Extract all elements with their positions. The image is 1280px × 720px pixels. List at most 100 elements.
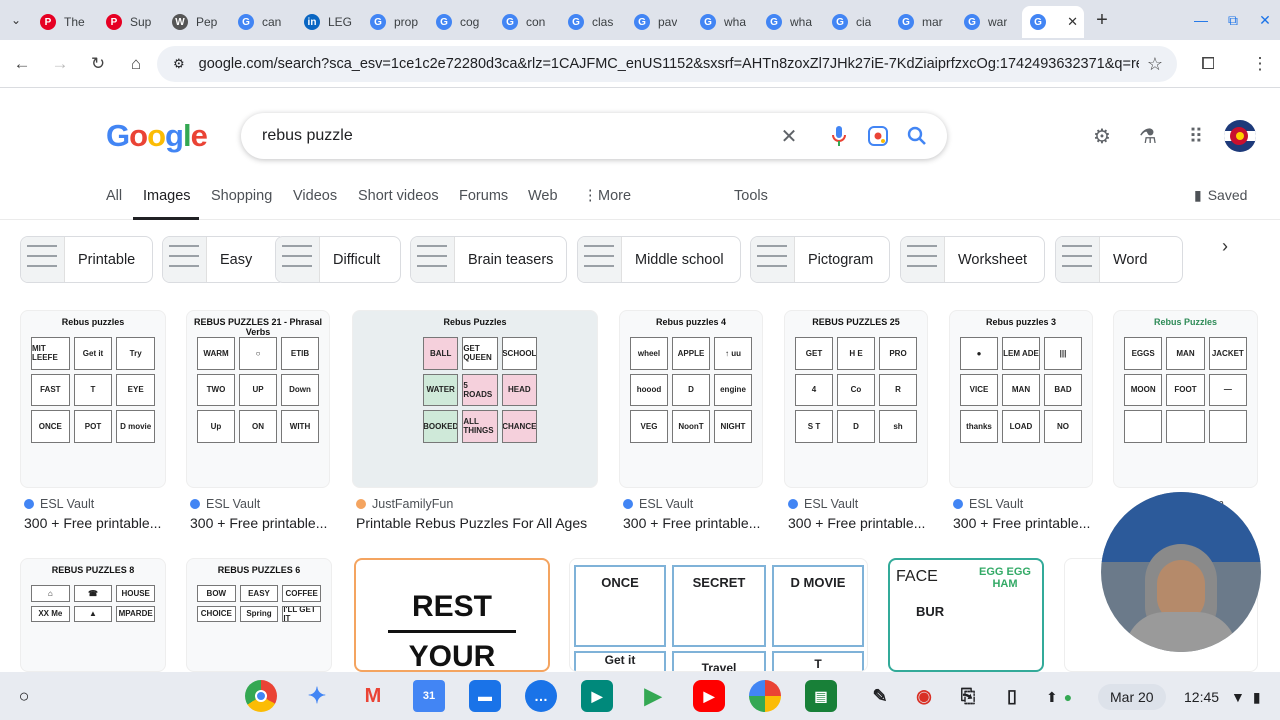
tools-button[interactable]: Tools xyxy=(734,188,768,204)
google-logo[interactable]: Google xyxy=(106,118,207,154)
image-result[interactable]: ONCE SECRET D MOVIE Get it Travel T xyxy=(569,558,868,672)
image-result[interactable]: Rebus puzzles 4 wheel APPLE ↑ uu hoood Dengin… xyxy=(619,310,763,488)
back-icon[interactable]: ← xyxy=(4,46,40,82)
tab-all[interactable]: All xyxy=(106,188,122,204)
filter-chip[interactable]: Easy xyxy=(162,236,286,283)
forward-icon[interactable]: → xyxy=(42,46,78,82)
image-result[interactable]: REBUS PUZZLES 8 ⌂ ☎ HOUSE XX Me ▲ MPARDE xyxy=(20,558,166,672)
pen-icon[interactable]: ✎ xyxy=(864,680,896,712)
filter-chip[interactable]: Word xyxy=(1055,236,1183,283)
update-icon[interactable]: ⬆ ● xyxy=(1046,684,1072,710)
browser-tab[interactable]: Gcia xyxy=(824,6,890,38)
result-source[interactable]: ESL Vault xyxy=(788,497,858,511)
browser-tab[interactable]: in LEG xyxy=(296,6,362,38)
gmail-icon[interactable]: M xyxy=(357,680,389,712)
chrome-icon[interactable] xyxy=(245,680,277,712)
image-result[interactable]: Rebus Puzzles BALL GET QUEEN SCHOOL WATER 5 R… xyxy=(352,310,598,488)
image-result[interactable]: REBUS PUZZLES 6 BOW EASY COFFEE CHOICE Sprin… xyxy=(186,558,332,672)
close-tab-icon[interactable]: ✕ xyxy=(1067,14,1078,30)
filter-chip[interactable]: Middle school xyxy=(577,236,741,283)
saved-link[interactable]: ▮ Saved xyxy=(1194,187,1247,204)
image-result[interactable]: Rebus puzzles 3 ● LEM ADE ||| VICE MAN BAD than… xyxy=(949,310,1093,488)
browser-tab[interactable]: P The xyxy=(32,6,98,38)
messages-icon[interactable]: … xyxy=(525,680,557,712)
clipboard-icon[interactable]: ⎘ xyxy=(952,680,984,712)
tab-images[interactable]: Images xyxy=(143,188,191,204)
browser-tab[interactable]: Gprop xyxy=(362,6,428,38)
settings-gear-icon[interactable]: ⚙ xyxy=(1086,120,1118,152)
clear-search-icon[interactable]: ✕ xyxy=(777,124,801,148)
play-store-icon[interactable]: ▶ xyxy=(637,680,669,712)
image-result[interactable]: Rebus Puzzles EGGS MAN JACKET MOON FOOT — xyxy=(1113,310,1258,488)
result-source[interactable]: ESL Vault xyxy=(623,497,693,511)
youtube-icon[interactable]: ▶ xyxy=(693,680,725,712)
tab-shopping[interactable]: Shopping xyxy=(211,188,272,204)
minimize-icon[interactable]: — xyxy=(1186,0,1216,40)
launcher-icon[interactable]: ○ xyxy=(8,680,40,712)
tab-search-dropdown[interactable]: ⌄ xyxy=(0,0,32,40)
apps-grid-icon[interactable]: ⠿ xyxy=(1180,120,1212,152)
tab-more[interactable]: More xyxy=(598,188,631,204)
filter-chip[interactable]: Worksheet xyxy=(900,236,1045,283)
filter-chip[interactable]: Difficult xyxy=(275,236,401,283)
image-result[interactable]: Rebus puzzles MIT LEEFE Get it Try FAST T EYE O… xyxy=(20,310,166,488)
browser-tab[interactable]: Gcon xyxy=(494,6,560,38)
avatar[interactable] xyxy=(1224,120,1256,152)
home-icon[interactable]: ⌂ xyxy=(118,46,154,82)
tab-short-videos[interactable]: Short videos xyxy=(358,188,439,204)
tab-videos[interactable]: Videos xyxy=(293,188,337,204)
browser-tab[interactable]: Gcog xyxy=(428,6,494,38)
browser-tab[interactable]: Gwha xyxy=(692,6,758,38)
image-result[interactable]: REBUS PUZZLES 21 - Phrasal Verbs WARM ○ ETI… xyxy=(186,310,330,488)
result-caption[interactable]: 300 + Free printable... xyxy=(24,515,174,531)
image-result[interactable]: REST YOUR xyxy=(354,558,550,672)
photos-icon[interactable] xyxy=(749,680,781,712)
browser-tab[interactable]: Gcan xyxy=(230,6,296,38)
browser-tab[interactable]: Gwar xyxy=(956,6,1022,38)
date-pill[interactable]: Mar 20 xyxy=(1098,684,1166,710)
phone-hub-icon[interactable]: ▯ xyxy=(996,680,1028,712)
result-source[interactable]: ESL Vault xyxy=(190,497,260,511)
result-source[interactable]: ESL Vault xyxy=(953,497,1023,511)
browser-tab[interactable]: Gclas xyxy=(560,6,626,38)
filter-chip[interactable]: Brain teasers xyxy=(410,236,567,283)
labs-flask-icon[interactable]: ⚗ xyxy=(1132,120,1164,152)
search-icon[interactable] xyxy=(905,124,929,148)
bookmark-star-icon[interactable]: ☆ xyxy=(1147,54,1163,75)
browser-tab[interactable]: Gpav xyxy=(626,6,692,38)
site-info-icon[interactable]: ⚙ xyxy=(173,56,185,72)
browser-tab[interactable]: W Pep xyxy=(164,6,230,38)
close-window-icon[interactable]: ✕ xyxy=(1250,0,1280,40)
result-caption[interactable]: 300 + Free printable... xyxy=(190,515,338,531)
browser-tab[interactable]: Gmar xyxy=(890,6,956,38)
result-caption[interactable]: 300 + Free printable... xyxy=(788,515,936,531)
result-caption[interactable]: 300 + Free printable... xyxy=(953,515,1101,531)
tab-forums[interactable]: Forums xyxy=(459,188,508,204)
maximize-icon[interactable]: ⧉ xyxy=(1218,0,1248,40)
browser-tab[interactable]: Gwha xyxy=(758,6,824,38)
tab-web[interactable]: Web xyxy=(528,188,558,204)
reload-icon[interactable]: ↻ xyxy=(80,46,116,82)
image-result[interactable]: FACE EGG EGG HAM BUR xyxy=(888,558,1044,672)
result-source[interactable]: JustFamilyFun xyxy=(356,497,453,511)
chevron-right-icon[interactable]: › xyxy=(1222,236,1228,257)
voice-search-icon[interactable] xyxy=(827,124,851,148)
extensions-icon[interactable]: ⧠ xyxy=(1190,46,1226,82)
gemini-icon[interactable]: ✦ xyxy=(301,680,333,712)
screen-record-icon[interactable]: ◉ xyxy=(908,680,940,712)
result-source[interactable]: ESL Vault xyxy=(24,497,94,511)
classroom-icon[interactable]: ▤ xyxy=(805,680,837,712)
address-bar[interactable]: ⚙ google.com/search?sca_esv=1ce1c2e72280… xyxy=(157,46,1177,82)
result-caption[interactable]: Printable Rebus Puzzles For All Ages xyxy=(356,515,606,531)
filter-chip[interactable]: Printable xyxy=(20,236,153,283)
calendar-icon[interactable]: 31 xyxy=(413,680,445,712)
menu-dots-icon[interactable]: ⋮ xyxy=(1242,46,1278,82)
new-tab-button[interactable]: + xyxy=(1084,0,1120,40)
result-caption[interactable]: 300 + Free printable... xyxy=(623,515,771,531)
status-area[interactable]: 12:45 ▼ ▮ xyxy=(1178,684,1267,710)
lens-search-icon[interactable] xyxy=(866,124,890,148)
meet-icon[interactable]: ▶ xyxy=(581,680,613,712)
filter-chip[interactable]: Pictogram xyxy=(750,236,890,283)
image-result[interactable]: REBUS PUZZLES 25 GET H E PRO 4 Co R S T Dsh xyxy=(784,310,928,488)
browser-tab[interactable]: P Sup xyxy=(98,6,164,38)
